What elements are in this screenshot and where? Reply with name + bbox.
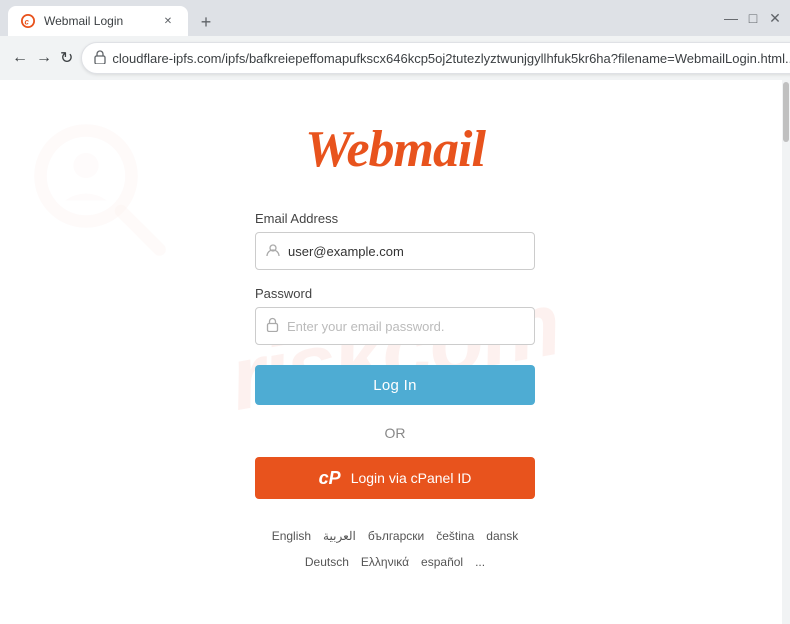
login-form: Email Address Password [255, 211, 535, 589]
cpanel-login-button[interactable]: cP Login via cPanel ID [255, 457, 535, 499]
language-bar: English العربية български čeština dansk Deuts… [255, 529, 535, 589]
minimize-button[interactable]: — [724, 11, 738, 25]
email-input-wrapper [255, 232, 535, 270]
tab-area: c Webmail Login ✕ + [8, 0, 712, 36]
password-label: Password [255, 286, 535, 301]
back-button[interactable]: ← [12, 44, 28, 72]
language-item-7[interactable]: español [421, 555, 463, 569]
language-item-5[interactable]: Deutsch [305, 555, 349, 569]
email-input[interactable] [288, 244, 524, 259]
language-item-6[interactable]: Ελληνικά [361, 555, 409, 569]
scrollbar[interactable] [782, 80, 790, 624]
new-tab-button[interactable]: + [192, 8, 220, 36]
language-item-2[interactable]: български [368, 529, 424, 543]
password-input[interactable] [287, 319, 524, 334]
close-button[interactable]: ✕ [768, 11, 782, 25]
login-button[interactable]: Log In [255, 365, 535, 405]
language-item-3[interactable]: čeština [436, 529, 474, 543]
page-content: riskcom Webmail Email Address [0, 80, 790, 624]
language-item-1[interactable]: العربية [323, 529, 356, 543]
webmail-logo: Webmail [305, 120, 485, 179]
address-bar[interactable]: cloudflare-ipfs.com/ipfs/bafkreiepeffoma… [81, 42, 790, 74]
window-controls: — □ ✕ [724, 11, 782, 25]
scrollbar-thumb[interactable] [783, 82, 789, 142]
active-tab[interactable]: c Webmail Login ✕ [8, 6, 188, 36]
or-divider: OR [255, 425, 535, 441]
user-icon [266, 243, 280, 260]
language-item-8[interactable]: ... [475, 555, 485, 569]
browser-frame: c Webmail Login ✕ + — □ ✕ ← → ↻ [0, 0, 790, 624]
login-container: Webmail Email Address Password [0, 80, 790, 619]
forward-button[interactable]: → [36, 44, 52, 72]
tab-favicon: c [20, 13, 36, 29]
lock-icon [94, 50, 106, 67]
lock-input-icon [266, 317, 279, 335]
address-bar-area: ← → ↻ cloudflare-ipfs.com/ipfs/bafkreiep… [0, 36, 790, 80]
language-item-4[interactable]: dansk [486, 529, 518, 543]
refresh-button[interactable]: ↻ [60, 44, 73, 72]
password-input-wrapper [255, 307, 535, 345]
tab-title: Webmail Login [44, 14, 152, 28]
maximize-button[interactable]: □ [746, 11, 760, 25]
url-text: cloudflare-ipfs.com/ipfs/bafkreiepeffoma… [112, 51, 790, 66]
svg-text:c: c [25, 18, 30, 27]
title-bar: c Webmail Login ✕ + — □ ✕ [0, 0, 790, 36]
tab-close-button[interactable]: ✕ [160, 13, 176, 29]
email-label: Email Address [255, 211, 535, 226]
language-item-0[interactable]: English [272, 529, 311, 543]
cpanel-logo-icon: cP [319, 468, 341, 489]
cpanel-button-label: Login via cPanel ID [351, 470, 472, 486]
